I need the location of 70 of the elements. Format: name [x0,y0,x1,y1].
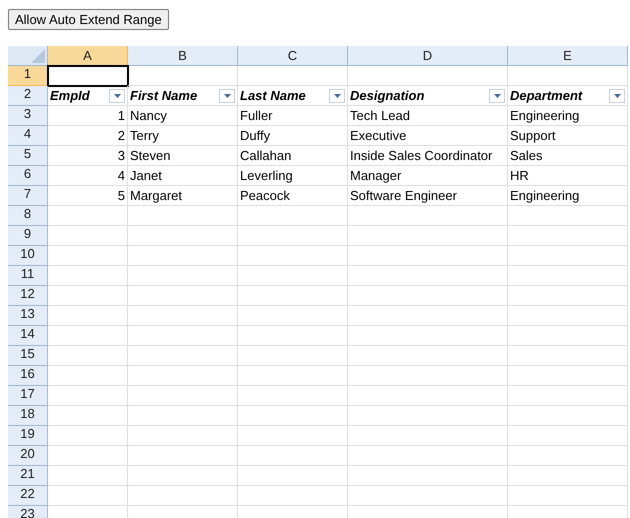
column-header[interactable]: E [508,46,628,66]
row-header[interactable]: 6 [8,166,48,186]
column-title: First Name [130,86,198,105]
row-header[interactable]: 23 [8,506,48,518]
table-cell: Margaret [128,186,238,206]
table-cell: Tech Lead [348,106,508,126]
row-header[interactable]: 21 [8,466,48,486]
caret-icon [614,94,620,98]
table-cell: Inside Sales Coordinator [348,146,508,166]
table-cell: Software Engineer [348,186,508,206]
filter-dropdown-button[interactable] [329,88,345,102]
column-header[interactable]: A [48,46,128,66]
row-header[interactable]: 10 [8,246,48,266]
table-cell: Engineering [508,186,628,206]
row-header[interactable]: 14 [8,326,48,346]
table-cell: Leverling [238,166,348,186]
row-header[interactable]: 19 [8,426,48,446]
table-cell: 1 [48,106,128,126]
table-cell: 5 [48,186,128,206]
table-cell: Terry [128,126,238,146]
column-header[interactable]: B [128,46,238,66]
allow-auto-extend-range-button[interactable]: Allow Auto Extend Range [8,9,169,30]
row-header[interactable]: 7 [8,186,48,206]
caret-icon [334,94,340,98]
row-header[interactable]: 12 [8,286,48,306]
table-cell: 2 [48,126,128,146]
table-cell: Callahan [238,146,348,166]
row-header[interactable]: 5 [8,146,48,166]
row-header[interactable]: 15 [8,346,48,366]
filter-dropdown-button[interactable] [609,88,625,102]
table-cell: Fuller [238,106,348,126]
table-cell: Steven [128,146,238,166]
active-cell[interactable] [48,66,128,86]
table-cell: 4 [48,166,128,186]
table-cell: HR [508,166,628,186]
row-header[interactable]: 20 [8,446,48,466]
table-cell: Executive [348,126,508,146]
column-title: EmpId [50,86,91,105]
filter-dropdown-button[interactable] [219,88,235,102]
row-header[interactable]: 1 [8,66,48,86]
column-title: Department [510,86,584,105]
column-title: Last Name [240,86,307,105]
table-cell: Engineering [508,106,628,126]
table-cell: 3 [48,146,128,166]
row-header[interactable]: 8 [8,206,48,226]
table-cell: Duffy [238,126,348,146]
row-header[interactable]: 13 [8,306,48,326]
table-cell: Support [508,126,628,146]
row-header[interactable]: 17 [8,386,48,406]
table-cell: Manager [348,166,508,186]
filter-dropdown-button[interactable] [489,88,505,102]
caret-icon [494,94,500,98]
row-header[interactable]: 18 [8,406,48,426]
row-header[interactable]: 3 [8,106,48,126]
row-header[interactable]: 22 [8,486,48,506]
row-header[interactable]: 11 [8,266,48,286]
table-cell: Janet [128,166,238,186]
table-cell: Peacock [238,186,348,206]
caret-icon [224,94,230,98]
column-title: Designation [350,86,426,105]
row-header[interactable]: 16 [8,366,48,386]
column-header[interactable]: C [238,46,348,66]
column-header[interactable]: D [348,46,508,66]
row-header[interactable]: 2 [8,86,48,106]
table-cell: Nancy [128,106,238,126]
filter-dropdown-button[interactable] [109,88,125,102]
table-cell: Sales [508,146,628,166]
row-header[interactable]: 9 [8,226,48,246]
caret-icon [114,94,120,98]
row-header[interactable]: 4 [8,126,48,146]
